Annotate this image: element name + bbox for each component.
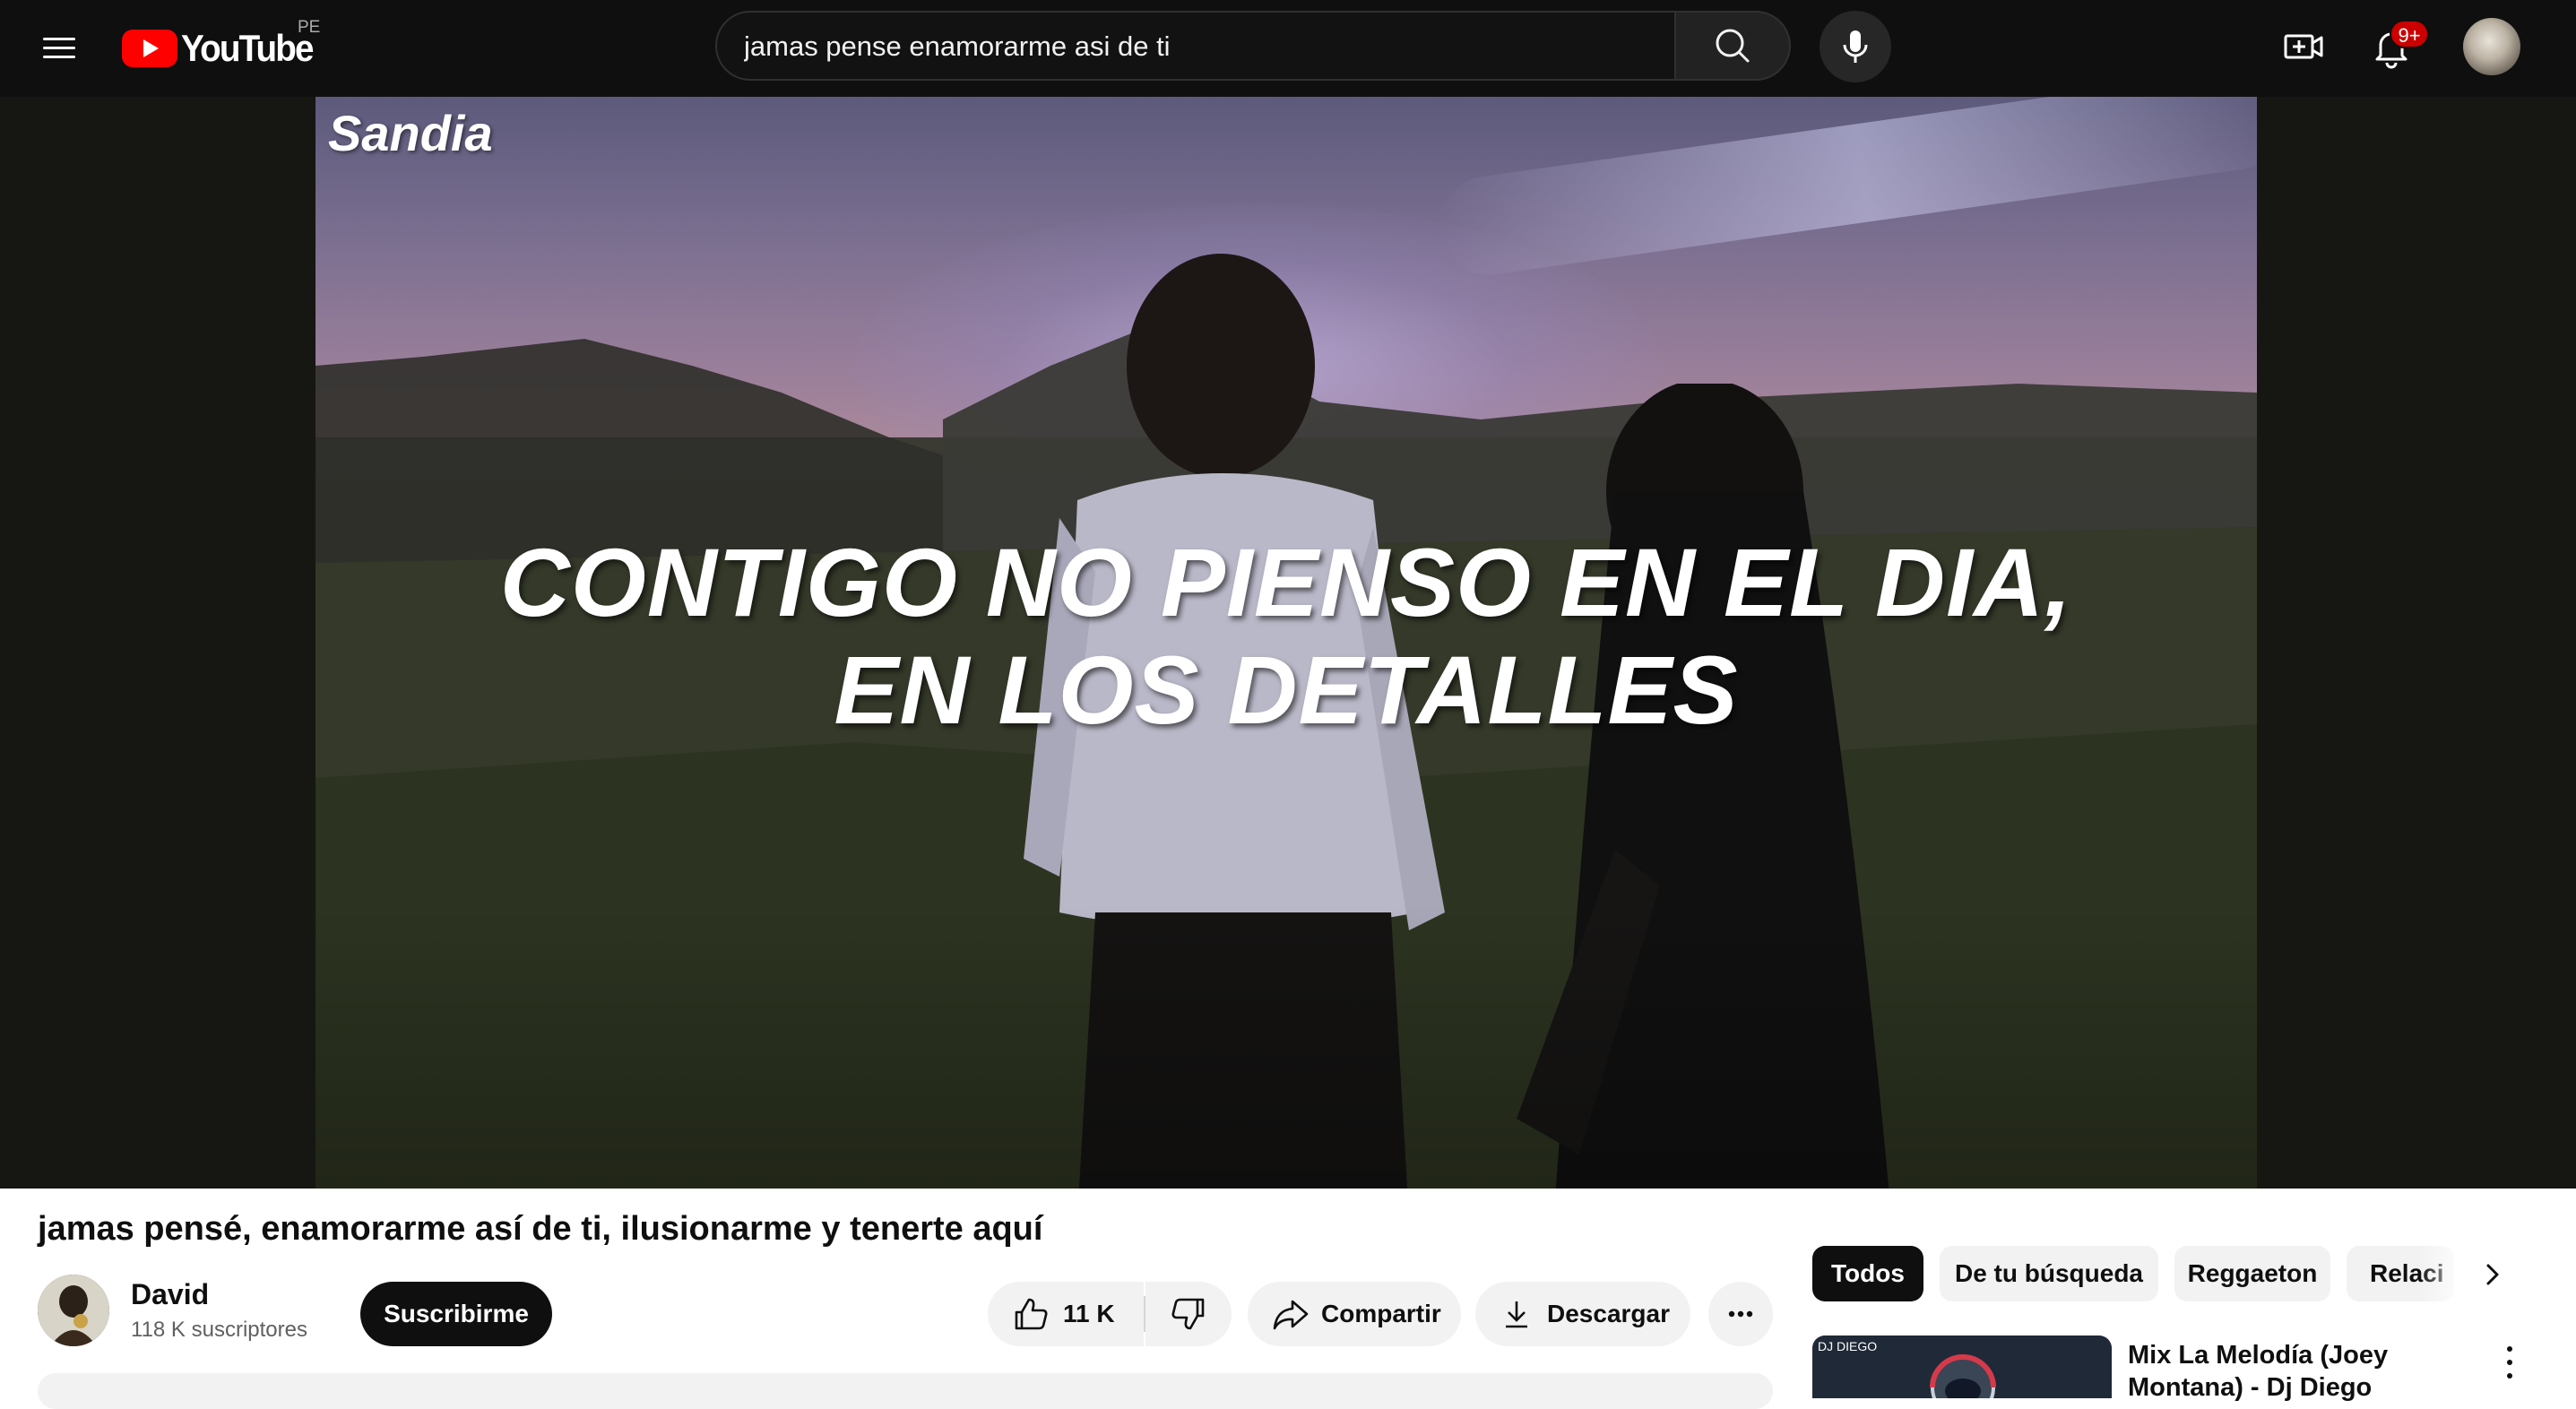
- menu-icon[interactable]: [39, 29, 79, 68]
- voice-search-button[interactable]: [1820, 11, 1891, 82]
- subscriber-count: 118 K suscriptores: [131, 1318, 307, 1342]
- chip-reggaeton[interactable]: Reggaeton: [2174, 1246, 2330, 1301]
- recommendation-menu-icon[interactable]: [2501, 1343, 2519, 1382]
- channel-name[interactable]: David: [131, 1278, 209, 1311]
- subscribe-button[interactable]: Suscribirme: [360, 1282, 552, 1346]
- chip-de-tu-busqueda[interactable]: De tu búsqueda: [1940, 1246, 2158, 1301]
- download-button[interactable]: Descargar: [1475, 1282, 1690, 1346]
- astronaut-icon: [1930, 1354, 1996, 1398]
- notification-badge: 9+: [2390, 20, 2429, 48]
- create-icon: [2284, 34, 2323, 59]
- video-subtitle: CONTIGO NO PIENSO EN EL DIA, EN LOS DETA…: [316, 529, 2257, 744]
- download-icon: [1506, 1301, 1527, 1328]
- channel-avatar[interactable]: [38, 1275, 109, 1346]
- chip-todos[interactable]: Todos: [1812, 1246, 1923, 1301]
- recommendation-thumbnail[interactable]: DJ DIEGO: [1812, 1336, 2112, 1398]
- search-input[interactable]: [742, 13, 1642, 81]
- like-count: 11 K: [1063, 1300, 1115, 1327]
- video-title: jamas pensé, enamorarme así de ti, ilusi…: [38, 1210, 1043, 1248]
- video-bottom-shade: [316, 903, 2257, 1189]
- search-box: [715, 11, 1676, 81]
- logo-text: YouTube: [181, 27, 315, 69]
- download-label: Descargar: [1547, 1300, 1670, 1327]
- like-button[interactable]: 11 K: [988, 1282, 1144, 1346]
- recommendation-title[interactable]: Mix La Melodía (Joey Montana) - Dj Diego: [2128, 1339, 2504, 1404]
- search-button[interactable]: [1676, 11, 1791, 81]
- video-watermark: Sandia: [328, 105, 493, 161]
- description-box[interactable]: [38, 1373, 1773, 1409]
- share-icon: [1273, 1300, 1309, 1330]
- search-icon: [1716, 29, 1750, 63]
- share-button[interactable]: Compartir: [1248, 1282, 1461, 1346]
- thumbs-up-icon: [1015, 1298, 1048, 1330]
- more-horizontal-icon: [1728, 1310, 1753, 1318]
- masthead: YouTube PE 9+: [0, 0, 2576, 97]
- more-actions-button[interactable]: [1708, 1282, 1773, 1346]
- create-button[interactable]: [2282, 25, 2325, 68]
- dislike-button[interactable]: [1145, 1282, 1232, 1346]
- mic-icon: [1843, 30, 1868, 63]
- subtitle-line-1: CONTIGO NO PIENSO EN EL DIA,: [499, 528, 2073, 636]
- youtube-logo[interactable]: YouTube: [122, 27, 324, 70]
- channel-avatar-image: [38, 1275, 109, 1346]
- chevron-right-icon: [2486, 1264, 2499, 1285]
- account-avatar[interactable]: [2463, 18, 2520, 75]
- share-label: Compartir: [1321, 1300, 1441, 1327]
- chip-next-button[interactable]: [2470, 1253, 2513, 1296]
- country-code: PE: [298, 18, 321, 37]
- play-logo-icon: [122, 30, 177, 67]
- thumbs-down-icon: [1171, 1298, 1205, 1330]
- subtitle-line-2: EN LOS DETALLES: [834, 635, 1739, 744]
